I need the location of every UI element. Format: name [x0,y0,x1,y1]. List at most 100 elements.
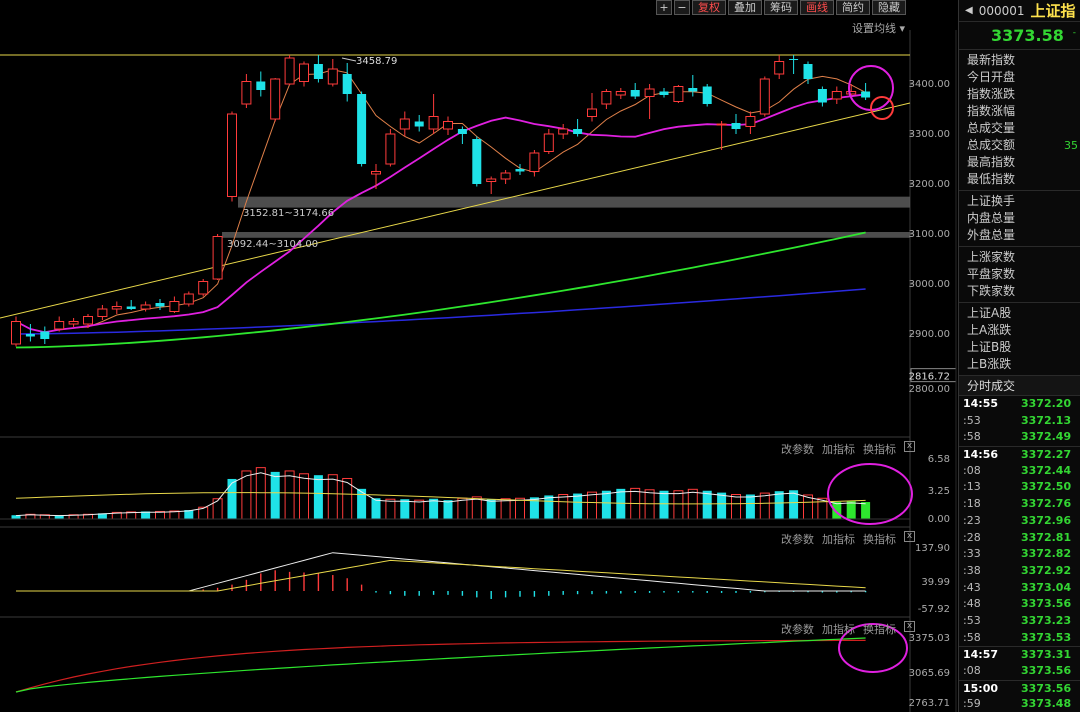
tick-price: 3373.04 [1021,580,1072,594]
quote-group: 上证换手 内盘总量 外盘总量 [959,191,1080,247]
candle-body [731,123,741,129]
gap-band-lower [222,232,910,238]
simple-button[interactable]: 简约 [836,0,870,15]
chips-button[interactable]: 筹码 [764,0,798,15]
back-arrow-icon[interactable]: ◀ [965,5,973,16]
quote-group: 上证A股 上A涨跌 上证B股 上B涨跌 [959,303,1080,376]
tick-time: :48 [963,597,981,611]
price-tick-label: 3200.00 [909,179,950,190]
panel3-change-params[interactable]: 改参数 [781,621,814,637]
panel2-change-params[interactable]: 改参数 [781,531,814,547]
candle-body [111,306,122,310]
candle-body [270,78,281,120]
candle-body [97,308,108,317]
tick-time: :33 [963,547,981,561]
price-tick-label: 3400.00 [909,79,950,90]
price-row: 3373.58 - [959,22,1080,50]
quote-row: 最高指数 [967,154,1080,171]
candle-body [155,303,165,307]
candle-body [630,90,640,97]
quote-group: 上涨家数 平盘家数 下跌家数 [959,247,1080,303]
price-tick-label: 3000.00 [909,279,950,290]
quote-label: 指数涨幅 [967,104,1016,118]
current-price: 3373.58 [991,26,1064,45]
quote-row: 最低指数 [967,171,1080,188]
candle-body [515,169,525,172]
histogram-bar [717,492,727,519]
candle-body [573,129,583,134]
histogram-bar [601,490,611,519]
panel3-close-icon[interactable]: x [904,621,915,632]
histogram-bar [731,494,741,520]
draw-line-button[interactable]: 画线 [800,0,834,15]
candle-body [716,123,727,126]
panel3-add-indicator[interactable]: 加指标 [822,621,855,637]
overlay-button[interactable]: 叠加 [728,0,762,15]
candle-body [68,321,79,325]
tick-row: :59 3373.48 [959,696,1080,712]
panel2-switch-indicator[interactable]: 换指标 [863,531,896,547]
histogram-bar [443,500,453,519]
tick-row: :13 3372.50 [959,479,1080,496]
panel3-switch-indicator[interactable]: 换指标 [863,621,896,637]
quote-row: 总成交量 [967,120,1080,137]
kline-chart-area[interactable]: 3458.79 3152.81~3174.66 3092.44~3104.00 340… [0,0,958,712]
candle-body [126,306,136,309]
histogram-bar [644,489,655,520]
ma120-line [15,288,866,335]
kline-chart-svg[interactable]: 3458.79 3152.81~3174.66 3092.44~3104.00 340… [0,0,958,712]
fenshi-title[interactable]: 分时成交 [959,376,1080,396]
ma60-line [15,231,866,349]
candle-body [774,61,785,75]
candle-body [342,74,352,94]
candle-body [688,88,698,92]
panel2-close-icon[interactable]: x [904,531,915,542]
panel1-change-params[interactable]: 改参数 [781,441,814,457]
tick-row: :58 3373.53 [959,630,1080,647]
candle-body [357,94,367,164]
histogram-bar [558,494,569,520]
quote-label: 上B涨跌 [967,357,1012,371]
hide-button[interactable]: 隐藏 [872,0,906,15]
panel2-line-white [16,552,866,592]
panel1-tools: 改参数 加指标 换指标 x [781,441,915,457]
quote-row: 平盘家数 [967,266,1080,283]
tick-time: 14:55 [963,397,999,410]
histogram-bar [702,490,712,519]
candle-body [702,86,712,104]
histogram-bar [313,475,323,519]
panel1-close-icon[interactable]: x [904,441,915,452]
histogram-bar [327,474,338,520]
panel2-add-indicator[interactable]: 加指标 [822,531,855,547]
candle-body [500,172,511,180]
zoom-in-button[interactable]: + [656,0,672,15]
tick-price: 3372.96 [1021,513,1072,527]
tick-price: 3372.82 [1021,547,1072,561]
ma-setting-button[interactable]: 设置均线 ▾ [852,20,905,36]
histogram-bar [573,493,583,519]
tick-row: :58 3372.49 [959,429,1080,446]
zoom-out-button[interactable]: − [674,0,690,15]
candle-body [11,321,21,345]
price-tick-label: 2900.00 [909,329,950,340]
tick-list[interactable]: 14:55 3372.20:53 3372.13:58 3372.49 14:56 337… [959,396,1080,712]
panel1-add-indicator[interactable]: 加指标 [822,441,855,457]
price-change-mark: - [1072,28,1076,38]
histogram-bar [414,499,425,520]
tick-price: 3372.49 [1021,430,1072,444]
gap-upper-label: 3152.81~3174.66 [243,208,334,219]
candle-body [443,121,453,130]
panel2-line-yellow [16,559,866,592]
candle-body [284,57,295,85]
panel1-switch-indicator[interactable]: 换指标 [863,441,896,457]
quote-row: 上涨家数 [967,249,1080,266]
tick-price: 3373.56 [1021,597,1072,611]
panel3-tools: 改参数 加指标 换指标 x [781,621,915,637]
quote-label: 最新指数 [967,53,1016,67]
adjust-price-button[interactable]: 复权 [692,0,726,15]
candle-body [299,63,309,82]
tick-row: :38 3372.92 [959,563,1080,580]
tick-time: :08 [963,463,981,477]
histogram-bar [803,494,813,520]
gap-lower-label: 3092.44~3104.00 [227,239,318,250]
